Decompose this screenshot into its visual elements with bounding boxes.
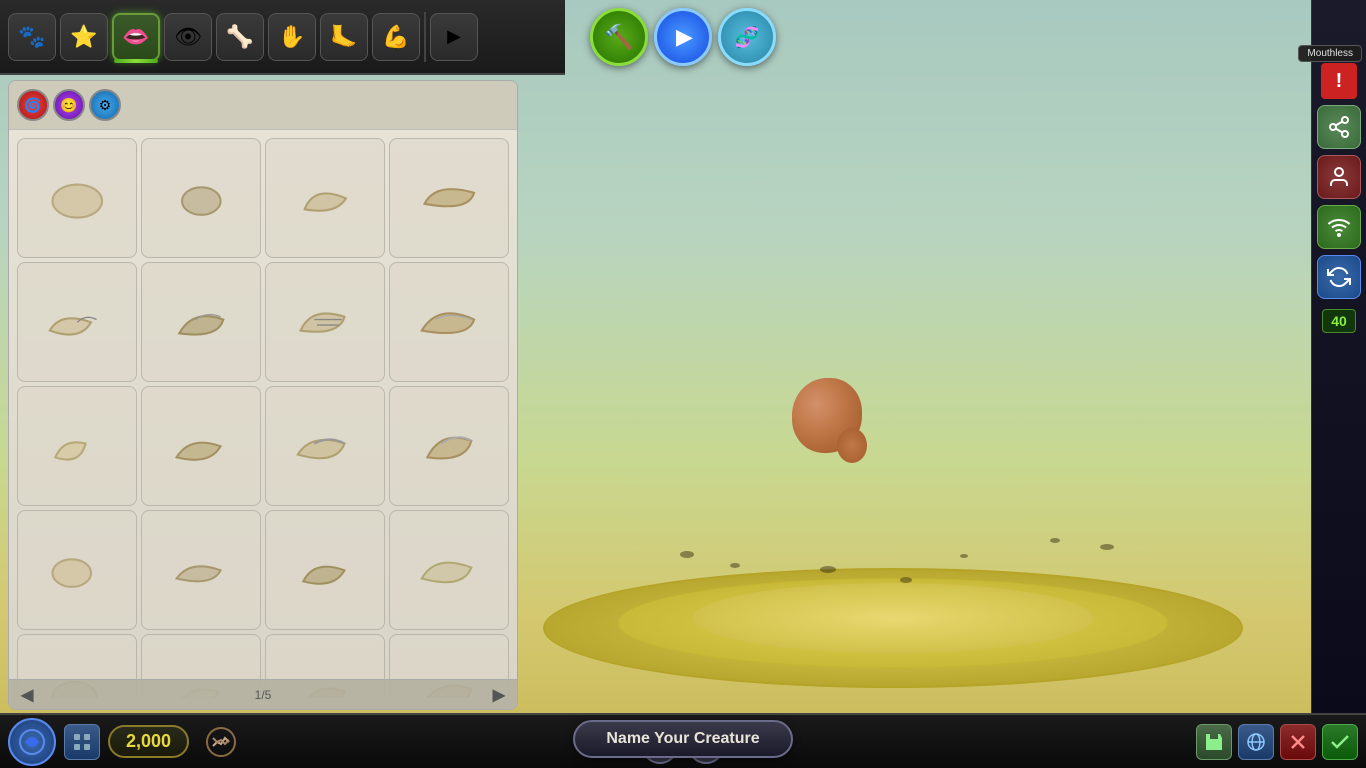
creature bbox=[792, 378, 872, 468]
active-indicator bbox=[114, 59, 158, 63]
bottom-bar: 2,000 ◀ Name Your Creature ▶ bbox=[0, 713, 1366, 768]
tab-detail1[interactable]: 🦴 bbox=[216, 13, 264, 61]
part-item[interactable] bbox=[17, 262, 137, 382]
dna-icon-bottom[interactable] bbox=[201, 722, 241, 762]
top-toolbar: 🐾 ⭐ 👄 👁 🦴 ✋ 🦶 💪 ▶ bbox=[0, 0, 565, 75]
mouthless-indicator: Mouthless bbox=[1298, 45, 1362, 62]
save-button[interactable] bbox=[1196, 724, 1232, 760]
part-item[interactable] bbox=[141, 386, 261, 506]
ground-inner bbox=[693, 583, 1093, 653]
part-item[interactable] bbox=[17, 138, 137, 258]
part-item[interactable] bbox=[389, 138, 509, 258]
confirm-button[interactable] bbox=[1322, 724, 1358, 760]
toolbar-divider bbox=[424, 12, 426, 62]
part-item[interactable] bbox=[265, 262, 385, 382]
bottom-center: ◀ Name Your Creature ▶ bbox=[642, 728, 724, 764]
part-item[interactable] bbox=[141, 262, 261, 382]
dna-counter: 40 bbox=[1322, 309, 1356, 333]
filter-button-3[interactable]: ⚙ bbox=[89, 89, 121, 121]
tab-eyes[interactable]: 👁 bbox=[164, 13, 212, 61]
part-item[interactable] bbox=[141, 138, 261, 258]
page-indicator: 1/5 bbox=[255, 688, 272, 702]
prev-page-button[interactable]: ◀ bbox=[21, 685, 33, 705]
avatar-button[interactable] bbox=[1317, 155, 1361, 199]
grid-view-button[interactable] bbox=[64, 724, 100, 760]
ground-spot bbox=[730, 563, 740, 568]
part-item[interactable] bbox=[265, 138, 385, 258]
filter-bar: 🌀 😊 ⚙ bbox=[9, 81, 517, 130]
ground-spot bbox=[1050, 538, 1060, 543]
warning-icon: ! bbox=[1336, 70, 1343, 93]
filter-button-1[interactable]: 🌀 bbox=[17, 89, 49, 121]
part-item[interactable] bbox=[389, 386, 509, 506]
filter-button-2[interactable]: 😊 bbox=[53, 89, 85, 121]
ground-spot bbox=[680, 551, 694, 558]
ground-spot bbox=[960, 554, 968, 558]
warning-button[interactable]: ! bbox=[1321, 63, 1357, 99]
parts-grid bbox=[9, 130, 517, 698]
tab-body[interactable]: 🐾 bbox=[8, 13, 56, 61]
part-item[interactable] bbox=[389, 262, 509, 382]
ground-spot bbox=[820, 566, 836, 573]
tab-mouth[interactable]: 👄 bbox=[112, 13, 160, 61]
tab-more[interactable]: ▶ bbox=[430, 13, 478, 61]
part-item[interactable] bbox=[141, 510, 261, 630]
name-creature-button[interactable]: Name Your Creature bbox=[573, 720, 793, 758]
bottom-right-group bbox=[1196, 724, 1358, 760]
play-button[interactable]: ▶ bbox=[654, 8, 712, 66]
dna-button[interactable]: 🧬 bbox=[718, 8, 776, 66]
ground-spot bbox=[900, 577, 912, 583]
tab-arms[interactable]: 💪 bbox=[372, 13, 420, 61]
right-panel: Mouthless ! 40 bbox=[1311, 0, 1366, 720]
creature-tail bbox=[837, 428, 867, 463]
center-toolbar: 🔨 ▶ 🧬 bbox=[590, 8, 776, 66]
cancel-button[interactable] bbox=[1280, 724, 1316, 760]
wifi-button[interactable] bbox=[1317, 205, 1361, 249]
build-button[interactable]: 🔨 bbox=[590, 8, 648, 66]
tab-spine[interactable]: ⭐ bbox=[60, 13, 108, 61]
part-item[interactable] bbox=[265, 386, 385, 506]
next-page-button[interactable]: ▶ bbox=[493, 685, 505, 705]
part-item[interactable] bbox=[389, 510, 509, 630]
currency-display: 2,000 bbox=[108, 725, 189, 758]
pagination: ◀ 1/5 ▶ bbox=[9, 679, 517, 709]
globe-button[interactable] bbox=[1238, 724, 1274, 760]
ground-platform bbox=[543, 338, 1243, 688]
part-item[interactable] bbox=[17, 510, 137, 630]
ground-spot bbox=[1100, 544, 1114, 550]
share-button[interactable] bbox=[1317, 105, 1361, 149]
parts-panel: 🌀 😊 ⚙ bbox=[8, 80, 518, 710]
part-item[interactable] bbox=[17, 386, 137, 506]
tab-feet[interactable]: 🦶 bbox=[320, 13, 368, 61]
logo-button[interactable] bbox=[8, 718, 56, 766]
tab-hands[interactable]: ✋ bbox=[268, 13, 316, 61]
part-item[interactable] bbox=[265, 510, 385, 630]
sync-button[interactable] bbox=[1317, 255, 1361, 299]
